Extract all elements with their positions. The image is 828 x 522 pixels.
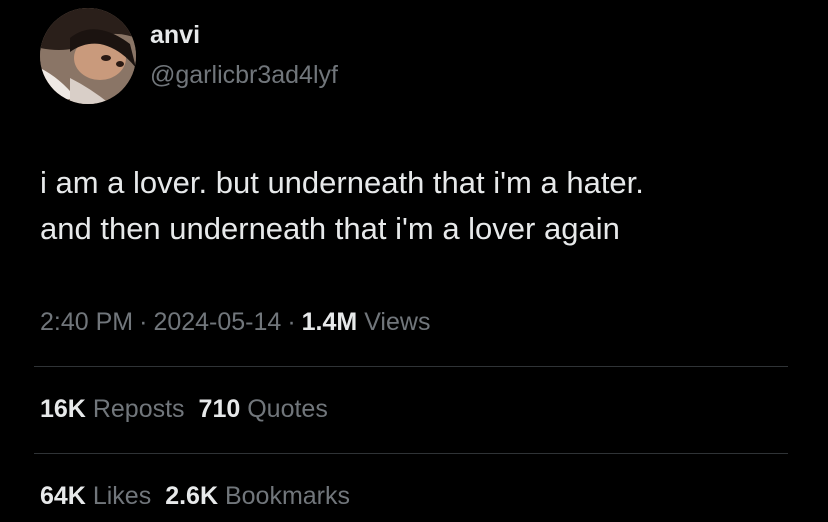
tweet-date[interactable]: 2024-05-14 (153, 308, 281, 336)
quotes-stat[interactable]: 710 Quotes (199, 395, 328, 423)
divider (34, 453, 788, 454)
reposts-label: Reposts (92, 395, 185, 423)
meta-separator: · (139, 308, 148, 336)
tweet-meta: 2:40 PM · 2024-05-14 · 1.4M Views (40, 304, 430, 340)
views-count: 1.4M (301, 308, 358, 336)
likes-label: Likes (92, 482, 152, 510)
divider (34, 366, 788, 367)
tweet-text-line: i am a lover. but underneath that i'm a … (40, 165, 644, 200)
engagement-stats-row-2: 64K Likes 2.6K Bookmarks (40, 478, 350, 514)
likes-count: 64K (40, 482, 86, 510)
quotes-count: 710 (198, 395, 241, 423)
views-label: Views (364, 308, 431, 336)
quotes-label: Quotes (247, 395, 328, 423)
display-name[interactable]: anvi (150, 20, 200, 50)
avatar[interactable] (40, 8, 136, 104)
avatar-photo (40, 8, 136, 104)
tweet-time[interactable]: 2:40 PM (40, 308, 133, 336)
bookmarks-label: Bookmarks (224, 482, 351, 510)
likes-stat[interactable]: 64K Likes (40, 482, 151, 510)
user-handle[interactable]: @garlicbr3ad4lyf (150, 60, 338, 90)
meta-separator: · (287, 308, 296, 336)
reposts-stat[interactable]: 16K Reposts (40, 395, 185, 423)
bookmarks-stat[interactable]: 2.6K Bookmarks (165, 482, 350, 510)
bookmarks-count: 2.6K (165, 482, 219, 510)
tweet-text-line: and then underneath that i'm a lover aga… (40, 211, 620, 246)
engagement-stats-row-1: 16K Reposts 710 Quotes (40, 391, 328, 427)
reposts-count: 16K (40, 395, 86, 423)
tweet-text: i am a lover. but underneath that i'm a … (40, 160, 810, 252)
